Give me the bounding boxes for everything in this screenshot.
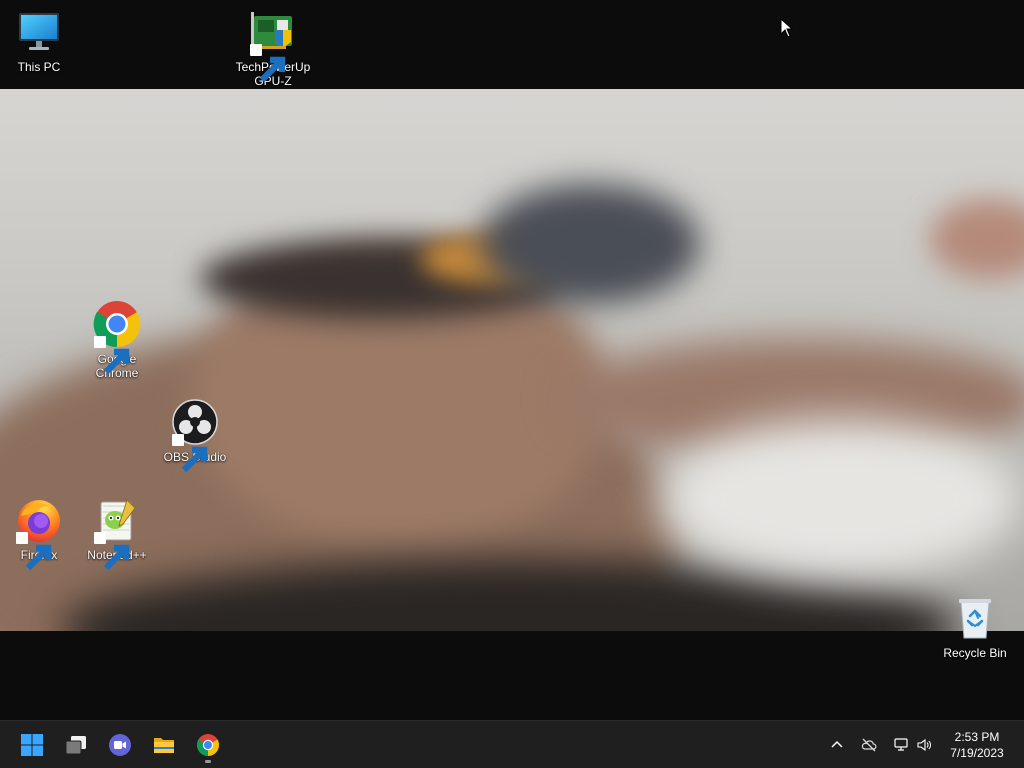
volume-icon <box>917 738 931 752</box>
chrome-icon <box>93 300 141 375</box>
shortcut-arrow-icon <box>94 336 130 375</box>
this-pc-desktop-icon[interactable]: This PC <box>0 8 78 74</box>
shortcut-arrow-icon <box>250 44 286 83</box>
notepad-plus-plus-icon <box>93 496 141 571</box>
task-view-button[interactable] <box>56 725 96 765</box>
file-explorer-button[interactable] <box>144 725 184 765</box>
recycle-bin-icon <box>951 594 999 642</box>
gpu-z-icon <box>249 8 297 83</box>
mouse-cursor-icon <box>780 18 794 38</box>
clock-date: 7/19/2023 <box>950 746 1004 760</box>
desktop[interactable]: This PC TechPowerUp GPU-Z Google Chrome … <box>0 0 1024 720</box>
start-button[interactable] <box>12 725 52 765</box>
shortcut-arrow-icon <box>94 532 130 571</box>
file-explorer-icon <box>154 738 174 753</box>
wallpaper-top-band <box>0 0 1024 89</box>
monitor-icon <box>15 8 63 56</box>
system-clock[interactable]: 2:53 PM 7/19/2023 <box>940 729 1014 761</box>
desktop-icon-label: This PC <box>17 60 61 74</box>
wallpaper-bottom-band <box>0 631 1024 720</box>
task-view-icon <box>65 736 86 755</box>
windows-start-icon <box>21 734 43 756</box>
notepad-plus-plus-desktop-icon[interactable]: Notepad++ <box>78 496 156 571</box>
clock-time: 2:53 PM <box>954 730 1000 744</box>
google-chrome-desktop-icon[interactable]: Google Chrome <box>78 300 156 380</box>
shortcut-arrow-icon <box>172 434 208 473</box>
recycle-bin-desktop-icon[interactable]: Recycle Bin <box>936 594 1014 660</box>
network-icon <box>894 738 908 751</box>
taskbar: 2:53 PM 7/19/2023 <box>0 720 1024 768</box>
desktop-icon-label: Recycle Bin <box>943 646 1007 660</box>
chat-icon <box>109 734 131 756</box>
chrome-taskbar-button[interactable] <box>188 725 228 765</box>
firefox-desktop-icon[interactable]: Firefox <box>0 496 78 571</box>
gpu-z-desktop-icon[interactable]: TechPowerUp GPU-Z <box>234 8 312 88</box>
onedrive-button[interactable] <box>857 733 881 757</box>
show-hidden-icons-button[interactable] <box>825 733 849 757</box>
chat-button[interactable] <box>100 725 140 765</box>
chrome-icon <box>197 734 219 756</box>
obs-studio-desktop-icon[interactable]: OBS Studio <box>156 398 234 473</box>
firefox-icon <box>15 496 63 571</box>
network-button[interactable] <box>889 733 913 757</box>
obs-icon <box>171 398 219 473</box>
shortcut-arrow-icon <box>16 532 52 571</box>
volume-button[interactable] <box>912 733 936 757</box>
onedrive-offline-icon <box>861 738 877 752</box>
chevron-up-icon <box>831 740 843 748</box>
